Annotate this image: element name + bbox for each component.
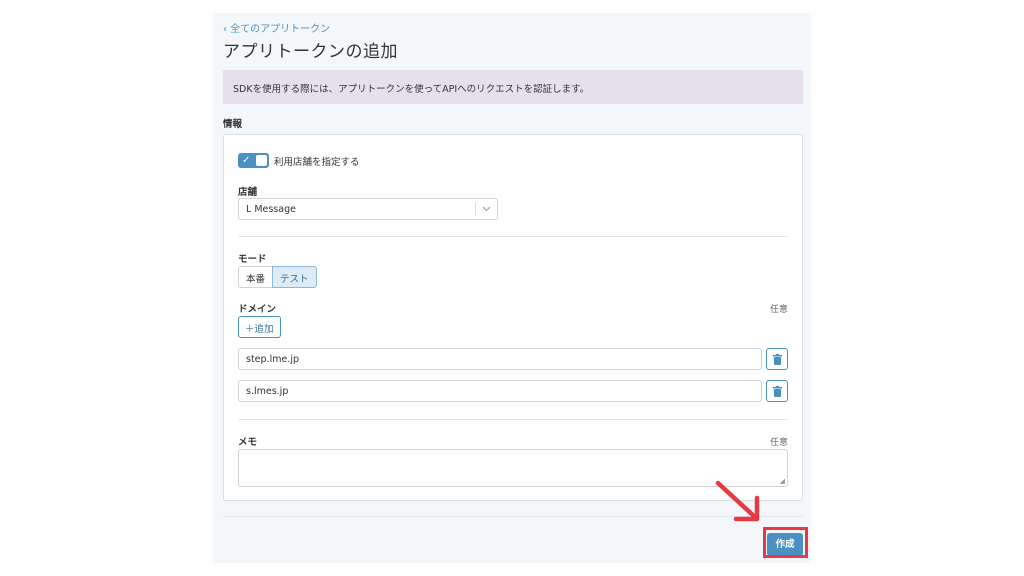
annotation-arrow-icon	[715, 480, 760, 522]
resize-grip-icon[interactable]: ◢	[780, 477, 785, 485]
mode-option-test[interactable]: テスト	[272, 266, 317, 288]
mode-option-production[interactable]: 本番	[238, 266, 274, 288]
page-title: アプリトークンの追加	[223, 42, 398, 62]
chevron-down-icon	[482, 202, 491, 219]
info-notice: SDKを使用する際には、アプリトークンを使ってAPIへのリクエストを認証します。	[223, 70, 803, 104]
form-card: ✓ 利用店舗を指定する 店舗 L Message モード 本番 テスト ドメイン…	[223, 134, 803, 501]
domain-input[interactable]: step.lme.jp	[238, 348, 762, 370]
store-toggle[interactable]: ✓	[238, 153, 269, 168]
delete-domain-button[interactable]	[766, 348, 788, 370]
delete-domain-button[interactable]	[766, 380, 788, 402]
divider	[238, 236, 788, 237]
add-domain-button[interactable]: ＋追加	[238, 316, 281, 338]
trash-icon	[773, 354, 782, 365]
breadcrumb-back-link[interactable]: ‹ 全てのアプリトークン	[223, 20, 330, 35]
memo-label: メモ	[238, 437, 258, 448]
toggle-knob	[256, 155, 267, 166]
section-label-info: 情報	[223, 119, 243, 130]
domain-label: ドメイン	[238, 304, 277, 315]
create-button-highlight	[763, 527, 808, 558]
check-icon: ✓	[242, 155, 251, 166]
store-select[interactable]: L Message	[238, 198, 498, 220]
divider	[238, 419, 788, 420]
store-label: 店舗	[238, 187, 258, 198]
mode-label: モード	[238, 254, 267, 265]
store-select-value: L Message	[246, 204, 296, 215]
memo-optional-tag: 任意	[769, 438, 788, 448]
trash-icon	[773, 386, 782, 397]
domain-input[interactable]: s.lmes.jp	[238, 380, 762, 402]
select-separator	[475, 203, 476, 216]
store-toggle-label: 利用店舗を指定する	[274, 157, 360, 168]
domain-optional-tag: 任意	[769, 305, 788, 315]
mode-segmented-control: 本番 テスト	[238, 266, 317, 288]
memo-textarea[interactable]: ◢	[238, 449, 788, 487]
